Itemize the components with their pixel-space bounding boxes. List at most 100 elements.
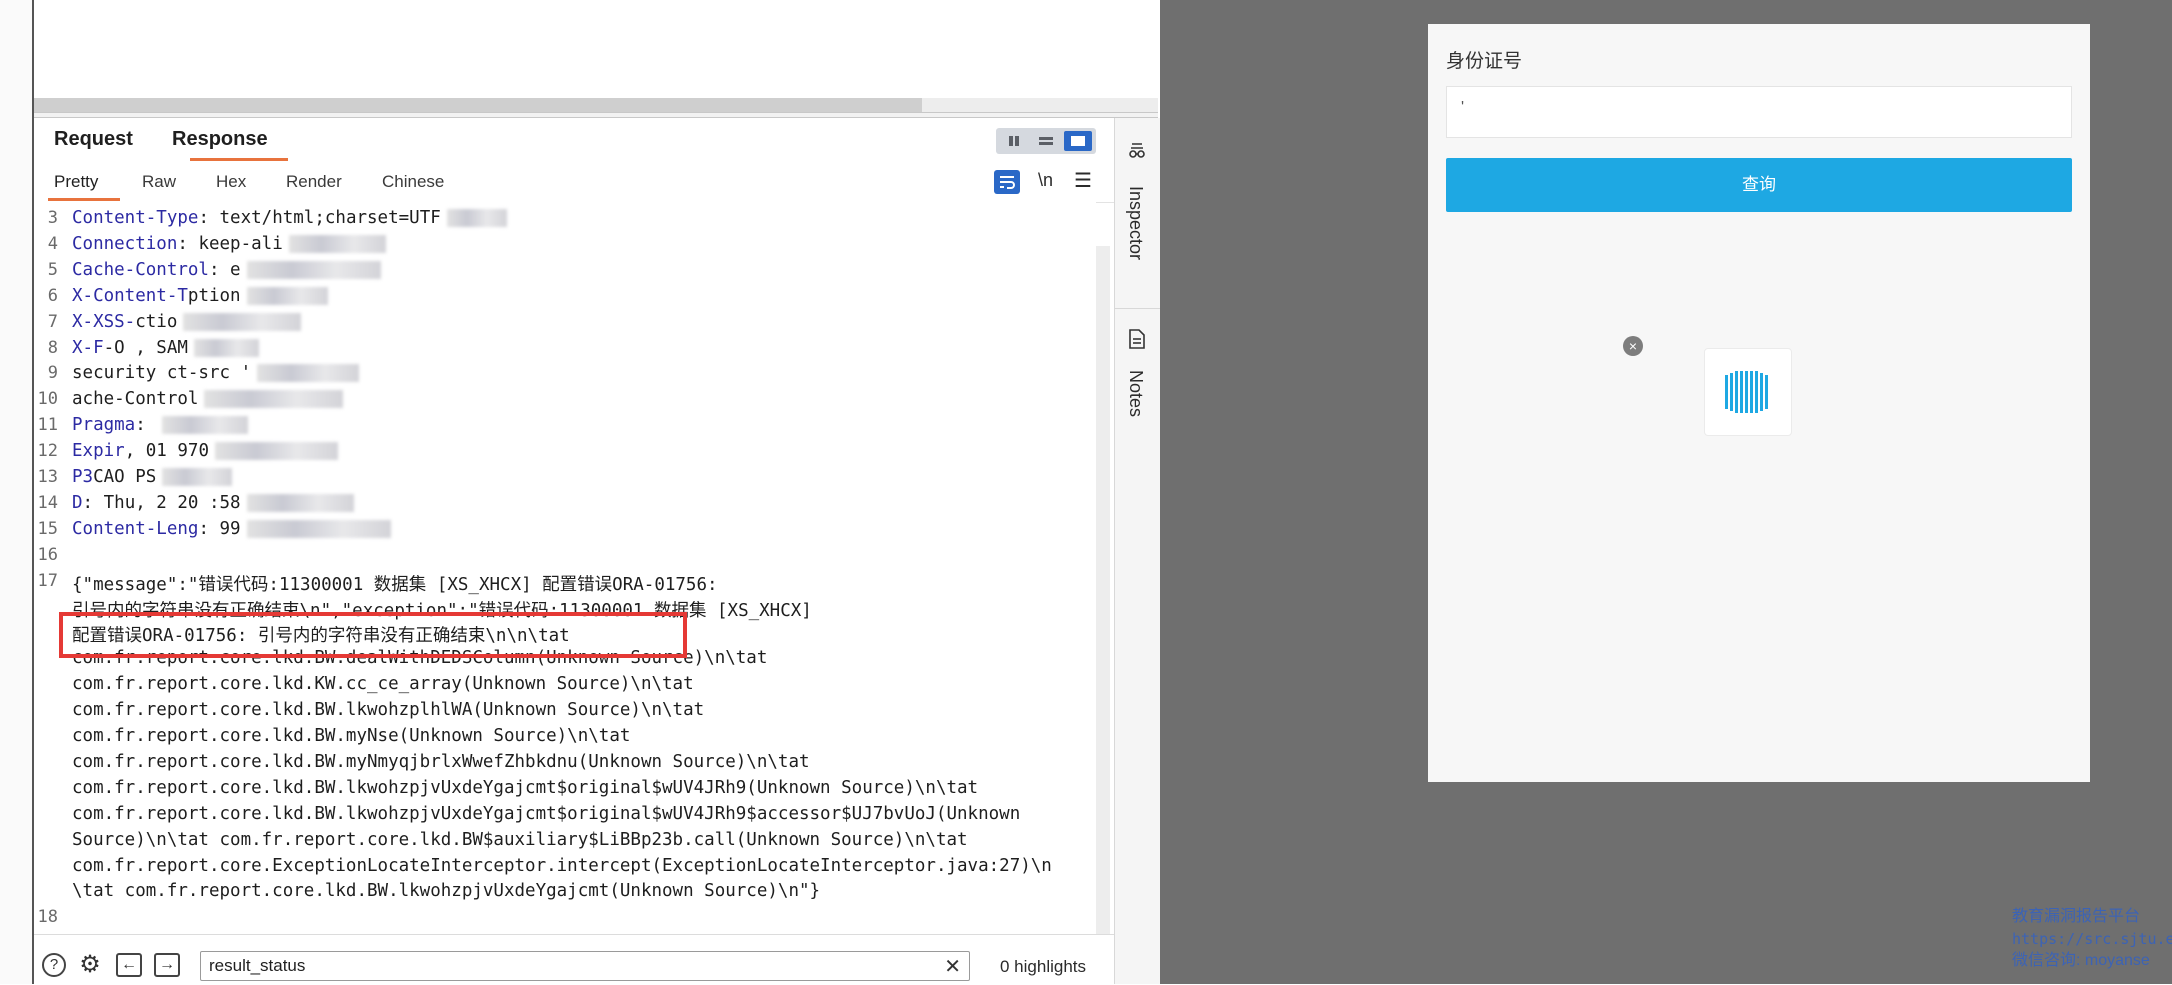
highlight-count: 0 highlights [1000, 957, 1087, 976]
tab-response[interactable]: Response [172, 128, 268, 151]
code-line: Source)\n\tat com.fr.report.core.lkd.BW$… [34, 830, 1096, 856]
redacted-blur [246, 260, 381, 279]
close-loader-icon[interactable]: × [1623, 336, 1643, 356]
burp-panel: Request Response Pretty Raw Hex Render C… [0, 0, 1161, 985]
line-number: 8 [47, 337, 58, 358]
settings-icon[interactable]: ⚙ [78, 953, 102, 977]
header-separator: : [135, 415, 157, 436]
header-line: Connection: keep-ali [72, 234, 386, 254]
header-separator: : [198, 208, 220, 228]
header-line: ache-Control [72, 389, 344, 409]
code-line: 16 [34, 545, 1096, 571]
body-line: com.fr.report.core.lkd.BW.lkwohzpjvUxdeY… [72, 803, 1021, 824]
code-line: 7 X-XSS-ctio [34, 312, 1096, 338]
help-icon[interactable]: ? [42, 953, 66, 977]
layout-side-by-side-button[interactable] [1000, 131, 1028, 151]
header-name: Content-Leng [72, 518, 199, 539]
header-value: : 99 [198, 518, 241, 539]
body-line: com.fr.report.core.lkd.BW.myNse(Unknown … [72, 726, 631, 746]
subtab-pretty[interactable]: Pretty [54, 172, 98, 192]
search-input[interactable] [209, 956, 929, 976]
header-line: Cache-Control: e [72, 260, 381, 280]
loading-spinner-icon [1725, 371, 1768, 413]
back-icon[interactable]: ← [116, 953, 142, 977]
subtab-render[interactable]: Render [286, 172, 342, 192]
horizontal-scrollbar-thumb[interactable] [34, 98, 922, 112]
header-value: , 01 970 [124, 441, 209, 462]
code-line: 3 Content-Type: text/html;charset=UTF [34, 208, 1096, 234]
upper-empty-area [34, 0, 1158, 98]
header-name: Cache-Control [72, 259, 209, 280]
word-wrap-icon[interactable] [994, 170, 1020, 194]
watermark-line-2: https://src.sjtu.e [2012, 930, 2172, 948]
header-value: ption [187, 285, 241, 306]
header-line: D: Thu, 2 20 :58 [72, 493, 354, 513]
line-number: 16 [37, 544, 58, 565]
header-name: Pragma [72, 415, 136, 436]
line-number: 10 [37, 389, 58, 410]
subtab-raw[interactable]: Raw [142, 172, 176, 192]
line-number: 11 [37, 415, 58, 436]
layout-single-button[interactable] [1064, 131, 1092, 151]
response-editor[interactable]: 3 Content-Type: text/html;charset=UTF 4 Con… [34, 202, 1096, 934]
body-line: \tat com.fr.report.core.lkd.BW.lkwohzpjv… [72, 881, 821, 902]
browser-page: 身份证号 ' 查询 × 教育漏洞报告平台 https://src.sjtu.e … [1160, 0, 2172, 984]
header-line: X-Content-Tption [72, 286, 328, 306]
header-value: ctio [135, 311, 178, 332]
search-bar: ? ⚙ ← → ✕ 0 highlights [34, 934, 1114, 985]
redacted-blur [246, 519, 391, 538]
header-name: P3 [72, 467, 94, 487]
redacted-blur [246, 286, 328, 305]
id-number-field[interactable]: ' [1446, 86, 2072, 138]
redacted-blur [446, 209, 507, 227]
header-value: -O , SAM [103, 337, 188, 358]
notes-icon[interactable] [1127, 328, 1147, 350]
highlight-box [59, 612, 687, 658]
body-line: com.fr.report.core.lkd.BW.lkwohzplhlWA(U… [72, 700, 705, 721]
watermark-line-1: 教育漏洞报告平台 [2012, 908, 2141, 925]
header-line: security ct-src ' [72, 363, 360, 383]
line-number: 6 [47, 285, 58, 306]
show-newlines-button[interactable]: \n [1038, 170, 1053, 191]
layout-stacked-button[interactable] [1032, 131, 1060, 151]
header-value: CAO PS [93, 467, 157, 487]
left-gutter [0, 0, 34, 984]
code-line: \tat com.fr.report.core.lkd.BW.lkwohzpjv… [34, 881, 1096, 907]
search-box: ✕ [200, 951, 970, 981]
code-line: 17 {"message":"错误代码:11300001 数据集 [XS_XHCX… [34, 571, 1096, 597]
line-number: 13 [37, 467, 58, 487]
body-line: {"message":"错误代码:11300001 数据集 [XS_XHCX] … [72, 574, 718, 595]
inspector-icon[interactable] [1127, 140, 1147, 160]
line-number: 3 [47, 208, 58, 228]
code-line: com.fr.report.core.lkd.BW.lkwohzplhlWA(U… [34, 700, 1096, 726]
rail-inspector-label[interactable]: Inspector [1125, 186, 1146, 260]
line-number: 7 [47, 311, 58, 332]
code-line: 4 Connection: keep-ali [34, 234, 1096, 260]
redacted-blur [162, 416, 249, 435]
message-tab-header: Request Response [34, 118, 1114, 163]
id-number-label: 身份证号 [1446, 51, 1523, 72]
code-line: 10 ache-Control [34, 389, 1096, 415]
code-line: 5 Cache-Control: e [34, 260, 1096, 286]
line-number: 4 [47, 233, 58, 254]
clear-search-icon[interactable]: ✕ [944, 954, 961, 979]
code-line: com.fr.report.core.lkd.KW.cc_ce_array(Un… [34, 674, 1096, 700]
header-value: keep-ali [198, 233, 283, 254]
line-number: 9 [47, 363, 58, 384]
redacted-blur [257, 364, 360, 383]
editor-vertical-scrollbar[interactable] [1096, 246, 1110, 934]
code-line: 11 Pragma: [34, 415, 1096, 441]
forward-icon[interactable]: → [154, 953, 180, 977]
code-line: com.fr.report.core.lkd.BW.lkwohzpjvUxdeY… [34, 778, 1096, 804]
query-button[interactable]: 查询 [1446, 158, 2072, 212]
code-line: com.fr.report.core.lkd.BW.myNse(Unknown … [34, 726, 1096, 752]
rail-notes-label[interactable]: Notes [1125, 370, 1146, 417]
menu-icon[interactable]: ☰ [1074, 168, 1092, 193]
header-line: Pragma: [72, 415, 249, 436]
redacted-blur [193, 338, 259, 357]
subtab-hex[interactable]: Hex [216, 172, 246, 192]
tab-request[interactable]: Request [54, 128, 133, 151]
subtab-chinese[interactable]: Chinese [382, 172, 444, 192]
body-line: com.fr.report.core.lkd.BW.myNmyqjbrlxWwe… [72, 751, 810, 772]
code-line: 12 Expir, 01 970 [34, 441, 1096, 467]
